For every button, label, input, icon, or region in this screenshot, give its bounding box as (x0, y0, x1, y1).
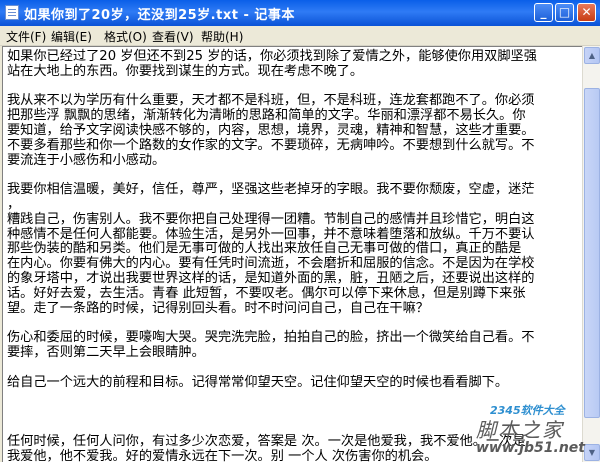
text-line: 要流连于小感伤和小感动。 (7, 152, 166, 168)
text-line: 要摔，否则第二天早上会眼睛肿。 (7, 345, 205, 360)
text-line: 要知道，给予文字阅读快感不够的，内容，思想，境界，灵魂，精神和智慧，这些才重要。 (7, 123, 535, 138)
text-line: 不要多看那些和你一个路数的女作家的文字。不要琐碎，无病呻吟。不要想到什么就写。不 (7, 137, 535, 153)
text-line: 我要你相信温暖，美好，信任，尊严，坚强这些老掉牙的字眼。我不要你颓废，空虚，迷茫 (7, 182, 535, 198)
scroll-up-arrow-icon[interactable]: ▲ (584, 47, 600, 64)
scroll-down-arrow-icon[interactable]: ▼ (584, 444, 600, 461)
title-bar[interactable]: 如果你到了20岁，还没到25岁.txt - 记事本 _ □ ✕ (0, 0, 600, 26)
text-line: 伤心和委屈的时候，要嚎啕大哭。哭完洗完脸，拍拍自己的脸，挤出一个微笑给自己看。不 (7, 330, 535, 346)
text-line: 任何时候，任何人问你，有过多少次恋爱，答案是 次。一次是他爱我，我不爱他。一次是 (7, 433, 526, 449)
text-line: 的象牙塔中，才说出我要世界这样的话，是知道外面的黑，脏，丑陋之后，还要说出这样的 (7, 271, 535, 286)
menu-edit[interactable]: 编辑(E) (51, 28, 92, 45)
text-line: 站在大地上的东西。你要找到谋生的方式。现在考虑不晚了。 (7, 63, 364, 79)
text-line: 那些伪装的酷和另类。他们是无事可做的人找出来放任自己无事可做的借口，真正的酷是 (7, 241, 522, 257)
maximize-button[interactable]: □ (555, 3, 574, 22)
text-line: 我从来不以为学历有什么重要，天才都不是科班，但，不是科班，连龙套都跑不了。你必须 (7, 93, 535, 109)
menu-format[interactable]: 格式(O) (104, 28, 147, 45)
text-line: 糟践自己，伤害别人。我不要你把自己处理得一团糟。节制自己的感情并且珍惜它，明白这 (7, 211, 535, 227)
scroll-thumb[interactable] (584, 88, 600, 418)
menu-bar: 文件(F) 编辑(E) 格式(O) 查看(V) 帮助(H) (0, 26, 600, 46)
vertical-scrollbar[interactable]: ▲ ▼ (582, 46, 600, 462)
text-line: ， (7, 197, 21, 212)
menu-help[interactable]: 帮助(H) (201, 28, 243, 45)
text-editor[interactable]: 如果你已经过了20 岁但还不到25 岁的话，你必须找到除了爱情之外，能够使你用双… (2, 46, 583, 462)
text-line: 我爱他，他不爱我。好的爱情永远在下一次。别 一个人 次伤害你的机会。 (7, 448, 438, 462)
minimize-button[interactable]: _ (534, 3, 553, 22)
text-line: 话。好好去爱，去生活。青春 此短暂，不要叹老。偶尔可以停下来休息，但是别蹲下来张 (7, 285, 526, 301)
close-button[interactable]: ✕ (577, 3, 596, 22)
notepad-icon (5, 5, 19, 20)
text-line: 望。走了一条路的时候，记得别回头看。时不时问问自己，自己在干嘛？ (7, 300, 429, 316)
window-title: 如果你到了20岁，还没到25岁.txt - 记事本 (24, 8, 295, 23)
menu-file[interactable]: 文件(F) (6, 28, 46, 45)
text-line: 给自己一个远大的前程和目标。记得常常仰望天空。记住仰望天空的时候也看看脚下。 (7, 374, 509, 390)
notepad-window: 如果你到了20岁，还没到25岁.txt - 记事本 _ □ ✕ 文件(F) 编辑… (0, 0, 600, 462)
text-line: 在内心。你要有佛大的内心。要有任凭时间流逝，不会磨折和屈服的信念。不是因为在学校 (7, 256, 535, 272)
text-line: 把那些浮 飘飘的思绪，渐渐转化为清晰的思路和简单的文字。华丽和漂浮都不易长久。你 (7, 108, 526, 124)
text-line: 如果你已经过了20 岁但还不到25 岁的话，你必须找到除了爱情之外，能够使你用双… (7, 49, 537, 64)
menu-view[interactable]: 查看(V) (152, 28, 194, 45)
